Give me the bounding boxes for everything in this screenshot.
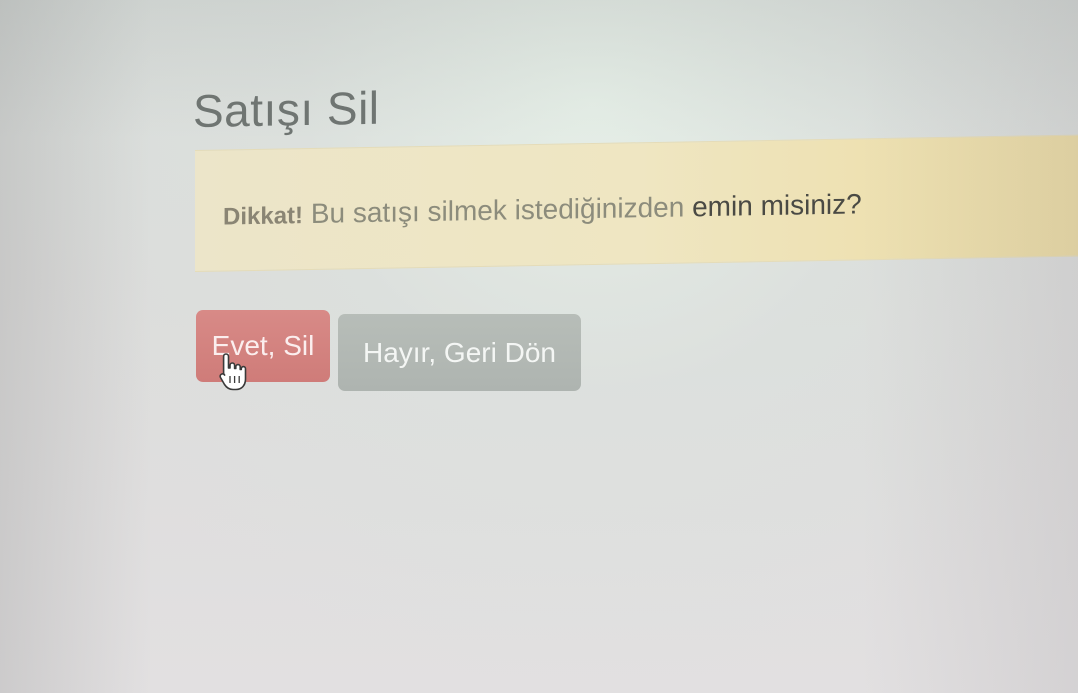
alert-strong-label: Dikkat! [223, 202, 304, 231]
alert-message-dark: emin misiniz? [692, 188, 862, 223]
cancel-button[interactable]: Hayır, Geri Dön [338, 314, 581, 391]
confirm-delete-button[interactable]: Evet, Sil [196, 310, 330, 382]
alert-message-light: Bu satışı silmek istediğinizden [310, 191, 685, 229]
delete-sale-page: Satışı Sil Dikkat! Bu satışı silmek iste… [0, 0, 1078, 693]
page-title: Satışı Sil [193, 81, 380, 137]
alert-text: Dikkat! Bu satışı silmek istediğinizden … [223, 188, 862, 231]
warning-alert: Dikkat! Bu satışı silmek istediğinizden … [195, 134, 1078, 272]
hand-pointer-icon [219, 353, 247, 391]
